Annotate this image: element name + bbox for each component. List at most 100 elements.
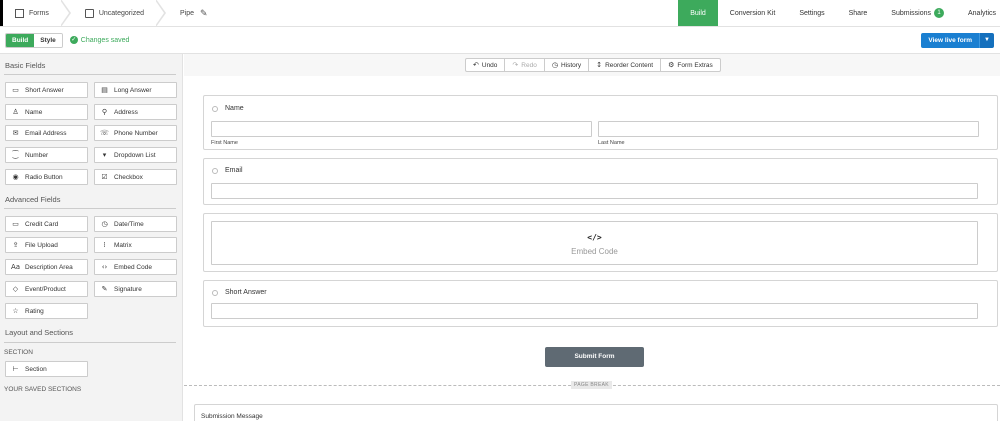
field-checkbox[interactable]: ☑ Checkbox	[94, 169, 177, 185]
page-break-label[interactable]: PAGE BREAK	[571, 381, 612, 389]
redo-button[interactable]: ↷ Redo	[505, 59, 545, 71]
form-extras-button[interactable]: ⚙ Form Extras	[661, 59, 720, 71]
undo-button[interactable]: ↶ Undo	[466, 59, 506, 71]
field-label: Radio Button	[25, 173, 63, 181]
first-name-input[interactable]	[211, 121, 592, 137]
form-preview: Name First Name Last Name Email </> Embe…	[184, 76, 1000, 421]
gear-icon: ⚙	[668, 61, 675, 69]
tab-conversion-kit[interactable]: Conversion Kit	[718, 0, 788, 26]
chevron-down-icon[interactable]: ▼	[979, 33, 994, 48]
embed-code-block[interactable]: </> Embed Code	[203, 213, 998, 272]
email-field-label: Email	[212, 167, 243, 174]
matrix-icon: ⁞	[103, 241, 106, 249]
field-description-area[interactable]: Aa Description Area	[5, 259, 88, 275]
history-button[interactable]: ◷ History	[545, 59, 590, 71]
submissions-count-badge: 1	[933, 8, 944, 18]
field-label: Embed Code	[114, 263, 152, 271]
email-input[interactable]	[211, 183, 978, 199]
view-live-form-button[interactable]: View live form	[921, 33, 979, 48]
short-answer-input[interactable]	[211, 303, 978, 319]
field-label: Section	[25, 365, 47, 373]
last-name-input[interactable]	[598, 121, 979, 137]
field-embed-code[interactable]: ‹› Embed Code	[94, 259, 177, 275]
field-number[interactable]: ⁐ Number	[5, 147, 88, 163]
field-short-answer[interactable]: ▭ Short Answer	[5, 82, 88, 98]
tab-analytics[interactable]: Analytics	[956, 0, 1000, 26]
field-label: Name	[25, 108, 43, 116]
field-section[interactable]: ⊢ Section	[5, 361, 88, 377]
field-handle-icon	[212, 167, 218, 174]
tab-share[interactable]: Share	[837, 0, 880, 26]
history-icon: ◷	[551, 61, 558, 69]
field-label: Date/Time	[114, 220, 144, 228]
field-matrix[interactable]: ⁞ Matrix	[94, 237, 177, 253]
build-mode-button[interactable]: Build	[6, 33, 35, 47]
checkbox-icon: ☑	[101, 173, 108, 181]
pencil-icon[interactable]: ✎	[200, 8, 208, 19]
upload-icon: ⇪	[12, 241, 19, 249]
section-icon: ⊢	[12, 365, 19, 373]
field-email-address[interactable]: ✉ Email Address	[5, 125, 88, 141]
short-answer-label-text: Short Answer	[225, 289, 267, 296]
reorder-icon: ↕	[596, 61, 603, 69]
field-credit-card[interactable]: ▭ Credit Card	[5, 216, 88, 232]
history-label: History	[560, 61, 582, 69]
name-field-block[interactable]: Name First Name Last Name	[203, 95, 998, 150]
name-field-label: Name	[212, 105, 244, 112]
form-name-label: Pipe	[179, 9, 194, 17]
field-signature[interactable]: ✎ Signature	[94, 281, 177, 297]
breadcrumb-form-name[interactable]: Pipe ✎	[176, 0, 208, 26]
submission-message-block[interactable]: Submission Message	[194, 404, 998, 421]
basic-fields-heading: Basic Fields	[5, 61, 46, 70]
tab-build[interactable]: Build	[678, 0, 718, 26]
editor-subbar: Build Style ✓ Changes saved View live fo…	[0, 27, 1000, 54]
field-phone-number[interactable]: ☏ Phone Number	[94, 125, 177, 141]
reorder-content-button[interactable]: ↕ Reorder Content	[589, 59, 662, 71]
field-rating[interactable]: ☆ Rating	[5, 303, 88, 319]
tab-settings[interactable]: Settings	[787, 0, 836, 26]
last-name-sublabel: Last Name	[598, 140, 625, 146]
check-circle-icon: ✓	[69, 36, 78, 44]
dropdown-icon: ▾	[102, 151, 107, 159]
field-name[interactable]: ♙ Name	[5, 104, 88, 120]
layout-sections-heading: Layout and Sections	[5, 328, 73, 337]
tab-submissions[interactable]: Submissions 1	[879, 0, 956, 26]
divider	[4, 208, 176, 209]
style-mode-button[interactable]: Style	[34, 33, 62, 47]
field-address[interactable]: ⚲ Address	[94, 104, 177, 120]
field-label: Description Area	[25, 263, 73, 271]
email-label-text: Email	[225, 167, 243, 174]
saved-sections-caption: YOUR SAVED SECTIONS	[4, 386, 82, 393]
divider	[4, 74, 176, 75]
short-answer-block[interactable]: Short Answer	[203, 280, 998, 327]
main-tabs: Build Conversion Kit Settings Share Subm…	[678, 0, 1000, 26]
field-date-time[interactable]: ◷ Date/Time	[94, 216, 177, 232]
field-handle-icon	[212, 289, 218, 296]
field-file-upload[interactable]: ⇪ File Upload	[5, 237, 88, 253]
email-field-block[interactable]: Email	[203, 158, 998, 205]
map-pin-icon: ⚲	[101, 108, 108, 116]
field-dropdown-list[interactable]: ▾ Dropdown List	[94, 147, 177, 163]
breadcrumb-separator	[154, 0, 176, 27]
section-caption: SECTION	[4, 349, 33, 356]
field-label: Event/Product	[25, 285, 66, 293]
field-label: Rating	[25, 307, 44, 315]
editor-toolbar: ↶ Undo ↷ Redo ◷ History ↕ Reorder Content ⚙ F…	[465, 58, 721, 72]
folder-icon	[84, 8, 94, 18]
text-icon: Aa	[11, 263, 21, 271]
breadcrumb-uncategorized[interactable]: Uncategorized	[81, 0, 176, 27]
field-label: File Upload	[25, 241, 58, 249]
undo-icon: ↶	[473, 61, 479, 69]
code-icon: ‹›	[101, 263, 108, 271]
breadcrumb-forms-label: Forms	[29, 9, 49, 17]
field-label: Address	[114, 108, 138, 116]
field-event-product[interactable]: ◇ Event/Product	[5, 281, 88, 297]
breadcrumb-forms[interactable]: Forms	[3, 0, 81, 27]
field-palette: Basic Fields ▭ Short Answer ▤ Long Answer …	[0, 54, 183, 421]
credit-card-icon: ▭	[12, 220, 19, 228]
redo-icon: ↷	[512, 61, 519, 69]
submit-form-button[interactable]: Submit Form	[545, 347, 644, 367]
field-long-answer[interactable]: ▤ Long Answer	[94, 82, 177, 98]
field-radio-button[interactable]: ◉ Radio Button	[5, 169, 88, 185]
field-handle-icon	[212, 105, 218, 112]
